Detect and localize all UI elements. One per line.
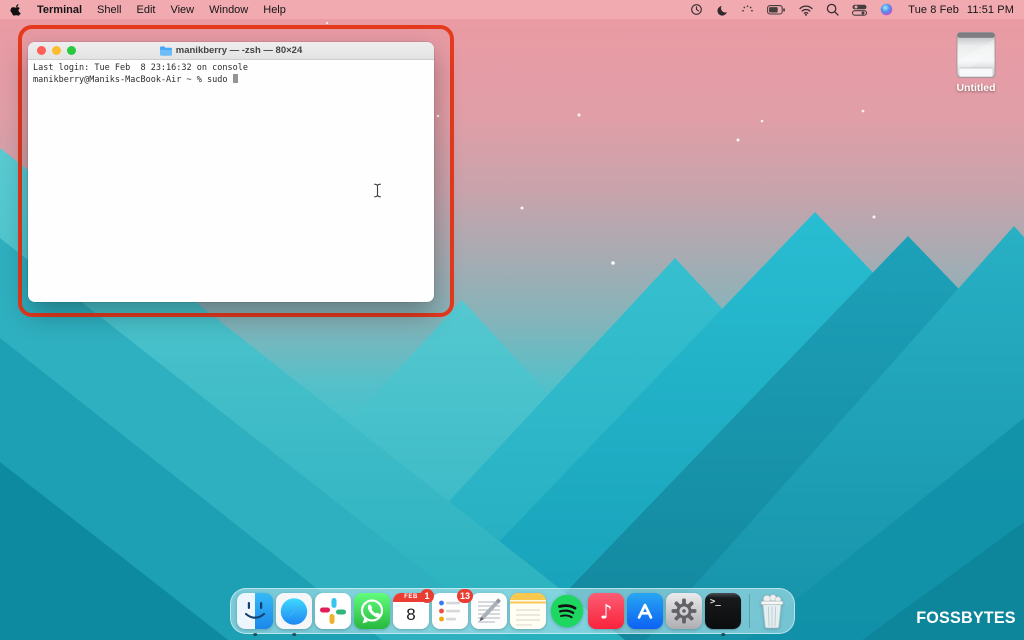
zoom-button[interactable] bbox=[67, 46, 76, 55]
terminal-app-icon: >_ bbox=[705, 593, 741, 629]
system-preferences-icon bbox=[666, 593, 702, 629]
apple-logo-icon[interactable] bbox=[10, 3, 22, 17]
disk-label[interactable]: Untitled bbox=[938, 82, 1014, 94]
dock-finder[interactable] bbox=[237, 593, 273, 629]
running-indicator bbox=[253, 633, 257, 637]
terminal-prompt: manikberry@Maniks-MacBook-Air ~ % sudo bbox=[33, 75, 233, 85]
slack-icon bbox=[315, 593, 351, 629]
control-center-icon[interactable] bbox=[852, 4, 867, 16]
whatsapp-icon bbox=[354, 593, 390, 629]
dock-app-store[interactable] bbox=[627, 593, 663, 629]
focus-moon-icon[interactable] bbox=[716, 4, 728, 16]
dock-music[interactable]: ♪ bbox=[588, 593, 624, 629]
menu-help[interactable]: Help bbox=[263, 4, 286, 16]
dock-spotify[interactable] bbox=[549, 593, 585, 629]
menubar-date: Tue 8 Feb bbox=[908, 4, 959, 16]
clock-icon[interactable] bbox=[690, 3, 703, 16]
calendar-badge: 1 bbox=[420, 589, 434, 603]
terminal-content[interactable]: Last login: Tue Feb 8 23:16:32 on consol… bbox=[28, 60, 434, 89]
terminal-cursor bbox=[233, 74, 238, 83]
battery-icon[interactable] bbox=[767, 4, 786, 16]
running-indicator bbox=[721, 633, 725, 637]
untitled-disk-icon[interactable] bbox=[953, 32, 999, 80]
dock-calendar[interactable]: FEB 8 1 bbox=[393, 593, 429, 629]
dock-whatsapp[interactable] bbox=[354, 593, 390, 629]
dock-terminal[interactable]: >_ bbox=[705, 593, 741, 629]
folder-icon bbox=[160, 46, 172, 56]
dock-notes[interactable] bbox=[510, 593, 546, 629]
close-button[interactable] bbox=[37, 46, 46, 55]
reminders-badge: 13 bbox=[457, 589, 473, 603]
dock: FEB 8 1 13 bbox=[230, 588, 795, 634]
menubar-time: 11:51 PM bbox=[967, 4, 1014, 16]
spotlight-search-icon[interactable] bbox=[826, 3, 839, 16]
spotify-icon bbox=[549, 593, 585, 629]
dock-reminders[interactable]: 13 bbox=[432, 593, 468, 629]
running-indicator bbox=[292, 633, 296, 637]
keyboard-brightness-icon[interactable] bbox=[741, 4, 754, 15]
menu-app-terminal[interactable]: Terminal bbox=[37, 4, 82, 16]
menubar-clock[interactable]: Tue 8 Feb 11:51 PM bbox=[908, 4, 1014, 16]
music-note-glyph: ♪ bbox=[600, 600, 613, 624]
apple-music-icon: ♪ bbox=[588, 593, 624, 629]
dock-textedit[interactable] bbox=[471, 593, 507, 629]
dock-safari[interactable] bbox=[276, 593, 312, 629]
finder-icon bbox=[237, 593, 273, 629]
safari-icon bbox=[276, 593, 312, 629]
menu-view[interactable]: View bbox=[170, 4, 194, 16]
watermark: FOSSBYTES bbox=[916, 608, 1016, 628]
dock-trash[interactable] bbox=[758, 593, 790, 629]
terminal-window: manikberry — -zsh — 80×24 Last login: Tu… bbox=[28, 42, 434, 302]
siri-icon[interactable] bbox=[880, 3, 893, 16]
menu-edit[interactable]: Edit bbox=[137, 4, 156, 16]
dock-slack[interactable] bbox=[315, 593, 351, 629]
calendar-day: 8 bbox=[393, 602, 429, 628]
terminal-glyph: >_ bbox=[710, 597, 721, 607]
window-title: manikberry — -zsh — 80×24 bbox=[176, 45, 302, 56]
menu-shell[interactable]: Shell bbox=[97, 4, 121, 16]
window-title-area: manikberry — -zsh — 80×24 bbox=[88, 45, 374, 56]
menu-window[interactable]: Window bbox=[209, 4, 248, 16]
trash-full-icon bbox=[758, 593, 786, 629]
terminal-titlebar[interactable]: manikberry — -zsh — 80×24 bbox=[28, 42, 434, 60]
terminal-prompt-line: manikberry@Maniks-MacBook-Air ~ % sudo bbox=[33, 74, 429, 86]
ibeam-cursor bbox=[373, 183, 382, 198]
minimize-button[interactable] bbox=[52, 46, 61, 55]
app-store-icon bbox=[627, 593, 663, 629]
macos-desktop: Terminal Shell Edit View Window Help bbox=[0, 0, 1024, 640]
dock-system-preferences[interactable] bbox=[666, 593, 702, 629]
textedit-icon bbox=[471, 593, 507, 629]
menu-bar: Terminal Shell Edit View Window Help bbox=[0, 0, 1024, 19]
dock-divider bbox=[749, 594, 750, 628]
notes-icon bbox=[510, 593, 546, 629]
terminal-output: Last login: Tue Feb 8 23:16:32 on consol… bbox=[33, 63, 429, 74]
wifi-icon[interactable] bbox=[799, 4, 813, 16]
